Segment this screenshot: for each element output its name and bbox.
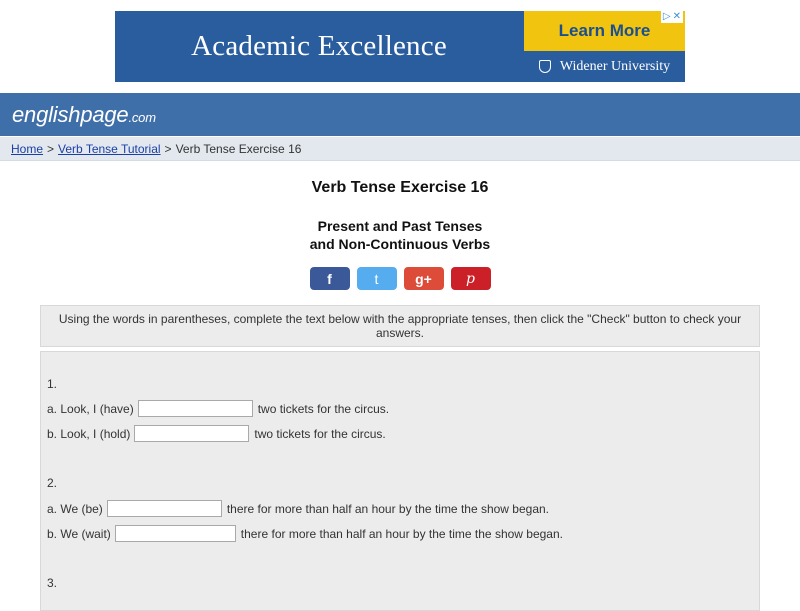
answer-input-1b[interactable] — [134, 425, 250, 442]
ad-brand-label: Widener University — [559, 58, 671, 74]
question-1b: b. Look, I (hold) two tickets for the ci… — [47, 425, 386, 442]
question-number: 3. — [47, 576, 58, 590]
pinterest-share-button[interactable]: p — [450, 267, 491, 290]
site-header: englishpage.com — [0, 93, 800, 136]
instructions-box: Using the words in parentheses, complete… — [40, 305, 760, 347]
question-rest: there for more than half an hour by the … — [240, 526, 563, 541]
facebook-share-button[interactable]: f — [309, 267, 350, 290]
twitter-share-button[interactable]: t — [356, 267, 397, 290]
question-1a: a. Look, I (have) two tickets for the ci… — [47, 400, 389, 417]
twitter-icon: t — [374, 270, 379, 287]
question-rest: two tickets for the circus. — [254, 426, 386, 441]
ad-brand[interactable]: Widener University — [524, 51, 685, 82]
breadcrumb-home-link[interactable]: Home — [11, 142, 43, 156]
ad-banner[interactable]: Academic Excellence Learn More Widener U… — [115, 11, 685, 82]
ad-choices[interactable]: ▷ ✕ — [660, 11, 683, 23]
social-share-bar: f t g+ p — [0, 267, 800, 290]
question-2a: a. We (be) there for more than half an h… — [47, 500, 549, 517]
page-title: Verb Tense Exercise 16 — [311, 179, 489, 196]
breadcrumb-current: Verb Tense Exercise 16 — [175, 141, 302, 156]
googleplus-icon: g+ — [415, 270, 432, 287]
instructions-text: Using the words in parentheses, complete… — [58, 312, 742, 340]
answer-input-2a[interactable] — [106, 500, 222, 517]
subtitle-line-1: Present and Past Tenses — [317, 218, 483, 234]
adchoices-icon[interactable]: ▷ — [663, 11, 671, 23]
breadcrumb: Home > Verb Tense Tutorial > Verb Tense … — [0, 137, 800, 161]
question-prompt: a. Look, I (have) — [47, 401, 134, 416]
answer-input-1a[interactable] — [137, 400, 253, 417]
logo-tld: .com — [128, 109, 156, 125]
page-subtitle: Present and Past Tenses and Non-Continuo… — [0, 217, 800, 253]
site-logo[interactable]: englishpage.com — [12, 102, 156, 128]
logo-name: englishpage — [12, 101, 129, 127]
question-prompt: b. We (wait) — [47, 526, 111, 541]
googleplus-share-button[interactable]: g+ — [403, 267, 444, 290]
question-rest: two tickets for the circus. — [257, 401, 390, 416]
pinterest-icon: p — [466, 270, 475, 287]
breadcrumb-tutorial-link[interactable]: Verb Tense Tutorial — [58, 142, 161, 156]
answer-input-2b[interactable] — [114, 525, 236, 542]
exercise-panel: 1. a. Look, I (have) two tickets for the… — [40, 351, 760, 611]
close-icon[interactable]: ✕ — [673, 11, 681, 23]
breadcrumb-separator: > — [164, 141, 172, 156]
question-number: 2. — [47, 476, 58, 490]
facebook-icon: f — [327, 270, 332, 287]
breadcrumb-separator: > — [47, 141, 55, 156]
ad-headline[interactable]: Academic Excellence — [115, 11, 523, 82]
question-prompt: b. Look, I (hold) — [47, 426, 131, 441]
shield-icon — [538, 60, 551, 73]
question-rest: there for more than half an hour by the … — [226, 501, 550, 516]
question-number: 1. — [47, 377, 58, 391]
subtitle-line-2: and Non-Continuous Verbs — [309, 236, 491, 252]
question-prompt: a. We (be) — [47, 501, 103, 516]
question-2b: b. We (wait) there for more than half an… — [47, 525, 563, 542]
